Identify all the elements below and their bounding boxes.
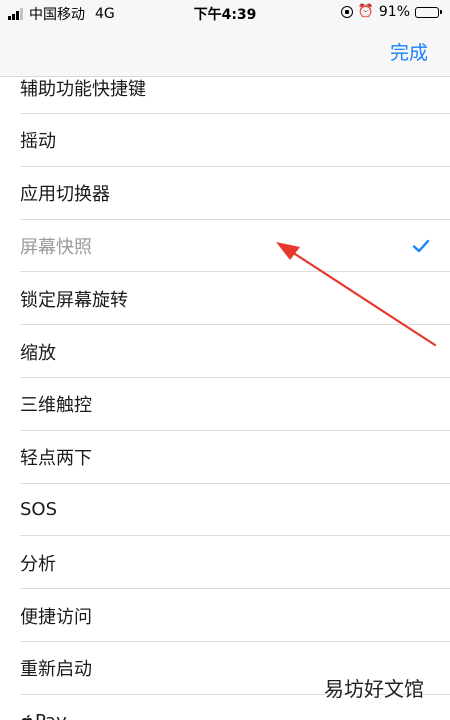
list-item-label: 缩放 — [20, 342, 56, 364]
list-item-label: 应用切换器 — [20, 184, 110, 206]
shortcut-options-list: 辅助功能快捷键 摇动 应用切换器 屏幕快照 锁定屏幕旋转 缩放 三维触控 轻点两… — [0, 62, 450, 720]
list-item-label: 屏幕快照 — [20, 236, 92, 258]
status-right: ⏰ 91% — [340, 4, 442, 20]
list-item-label: SOS — [20, 499, 58, 521]
list-item-zoom[interactable]: 缩放 — [0, 325, 450, 378]
list-item-label: Pay — [35, 711, 67, 720]
list-item-analytics[interactable]: 分析 — [0, 536, 450, 589]
battery-icon — [415, 6, 442, 18]
list-item-lock-rotation[interactable]: 锁定屏幕旋转 — [0, 272, 450, 325]
phone-screen: 中国移动 4G 下午4:39 ⏰ 91% 辅助功能快捷键 摇动 应用切换器 屏幕… — [0, 0, 450, 720]
done-button[interactable]: 完成 — [390, 38, 428, 65]
list-item-double-tap[interactable]: 轻点两下 — [0, 431, 450, 484]
navigation-bar: 完成 — [0, 26, 450, 77]
list-item-sos[interactable]: SOS — [0, 484, 450, 537]
apple-logo-icon — [21, 714, 33, 720]
list-item-label: 辅助功能快捷键 — [20, 79, 146, 100]
checkmark-icon — [412, 239, 430, 252]
watermark-text: 易坊好文馆 — [324, 677, 424, 701]
list-item-label: 轻点两下 — [20, 448, 92, 470]
list-item-label: 分析 — [20, 553, 56, 575]
list-item-label: 锁定屏幕旋转 — [20, 289, 128, 311]
list-item-reachability[interactable]: 便捷访问 — [0, 589, 450, 642]
list-item-shake[interactable]: 摇动 — [0, 114, 450, 167]
list-item-screenshot[interactable]: 屏幕快照 — [0, 220, 450, 273]
list-item-label: 便捷访问 — [20, 606, 92, 628]
list-item-label: 摇动 — [20, 131, 56, 153]
list-item-label: 三维触控 — [20, 395, 92, 417]
rotation-lock-icon — [340, 6, 353, 18]
list-item-3d-touch[interactable]: 三维触控 — [0, 378, 450, 431]
list-item-label: 重新启动 — [20, 659, 92, 681]
alarm-icon: ⏰ — [357, 4, 374, 19]
list-item-app-switcher[interactable]: 应用切换器 — [0, 167, 450, 220]
status-bar: 中国移动 4G 下午4:39 ⏰ 91% — [0, 0, 450, 26]
battery-percent: 91% — [378, 4, 410, 20]
